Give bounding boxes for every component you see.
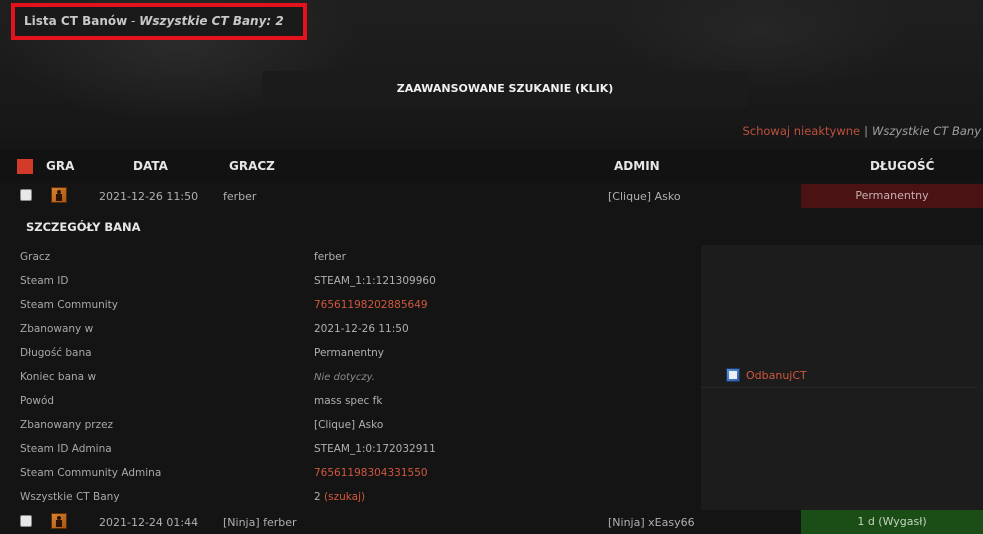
- detail-label: Steam ID: [20, 275, 69, 287]
- header-game[interactable]: GRA: [46, 159, 74, 173]
- hide-inactive-link[interactable]: Schowaj nieaktywne: [742, 124, 860, 138]
- detail-value: mass spec fk: [314, 395, 383, 407]
- detail-label: Powód: [20, 395, 55, 407]
- table-row[interactable]: 2021-12-26 11:50 ferber [Clique] Asko Pe…: [0, 184, 983, 208]
- header-date[interactable]: DATA: [133, 159, 168, 173]
- row-date: 2021-12-26 11:50: [99, 190, 199, 203]
- detail-label: Długość bana: [20, 347, 92, 359]
- row-checkbox[interactable]: [20, 189, 32, 201]
- page-title-separator: -: [127, 14, 140, 28]
- detail-label: Steam Community: [20, 299, 119, 311]
- detail-label: Zbanowany przez: [20, 419, 114, 431]
- details-title: SZCZEGÓŁY BANA: [26, 220, 141, 234]
- row-length-badge: Permanentny: [801, 184, 983, 208]
- advanced-search-button[interactable]: ZAAWANSOWANE SZUKANIE (KLIK): [262, 71, 748, 107]
- select-all-checkbox[interactable]: [17, 159, 33, 174]
- detail-label: Koniec bana w: [20, 371, 97, 383]
- detail-value-all-bans: 2 (szukaj): [314, 491, 365, 503]
- page-title-main: Lista CT Banów: [24, 14, 128, 28]
- detail-value: STEAM_1:0:172032911: [314, 443, 436, 455]
- detail-label: Steam ID Admina: [20, 443, 112, 455]
- row-checkbox[interactable]: [20, 515, 32, 527]
- row-admin: [Ninja] xEasy66: [608, 516, 695, 529]
- row-player: [Ninja] ferber: [223, 516, 297, 529]
- filter-separator: |: [864, 124, 868, 138]
- detail-label: Steam Community Admina: [20, 467, 162, 479]
- admin-steam-community-link[interactable]: 76561198304331550: [314, 467, 428, 479]
- unban-icon: [726, 368, 740, 382]
- detail-value: STEAM_1:1:121309960: [314, 275, 436, 287]
- filter-links: Schowaj nieaktywne | Wszystkie CT Bany: [742, 124, 981, 138]
- unban-button[interactable]: OdbanujCT: [726, 367, 807, 383]
- detail-value: ferber: [314, 251, 346, 263]
- search-bans-link[interactable]: (szukaj): [324, 491, 365, 503]
- all-bans-link[interactable]: Wszystkie CT Bany: [872, 124, 981, 138]
- row-player: ferber: [223, 190, 257, 203]
- detail-label: Gracz: [20, 251, 51, 263]
- all-bans-count: 2: [314, 491, 321, 503]
- unban-label: OdbanujCT: [746, 368, 807, 382]
- table-row[interactable]: 2021-12-24 01:44 [Ninja] ferber [Ninja] …: [0, 510, 983, 534]
- detail-label: Zbanowany w: [20, 323, 94, 335]
- page-title-count: Wszystkie CT Bany: 2: [139, 14, 284, 28]
- page-title: Lista CT Banów - Wszystkie CT Bany: 2: [24, 14, 284, 28]
- counter-strike-icon: [51, 187, 67, 203]
- detail-value: Permanentny: [314, 347, 384, 359]
- header-player[interactable]: GRACZ: [229, 159, 275, 173]
- detail-value: Nie dotyczy.: [314, 372, 375, 383]
- table-header: GRA DATA GRACZ ADMIN DŁUGOŚĆ: [0, 149, 983, 182]
- detail-value: 2021-12-26 11:50: [314, 323, 409, 335]
- divider: [701, 387, 977, 388]
- detail-value: [Clique] Asko: [314, 419, 384, 431]
- steam-community-link[interactable]: 76561198202885649: [314, 299, 428, 311]
- header-admin[interactable]: ADMIN: [614, 159, 660, 173]
- row-length-badge: 1 d (Wygasł): [801, 510, 983, 534]
- detail-label: Wszystkie CT Bany: [20, 491, 120, 503]
- row-admin: [Clique] Asko: [608, 190, 681, 203]
- counter-strike-icon: [51, 513, 67, 529]
- header-length[interactable]: DŁUGOŚĆ: [870, 159, 934, 173]
- row-date: 2021-12-24 01:44: [99, 516, 199, 529]
